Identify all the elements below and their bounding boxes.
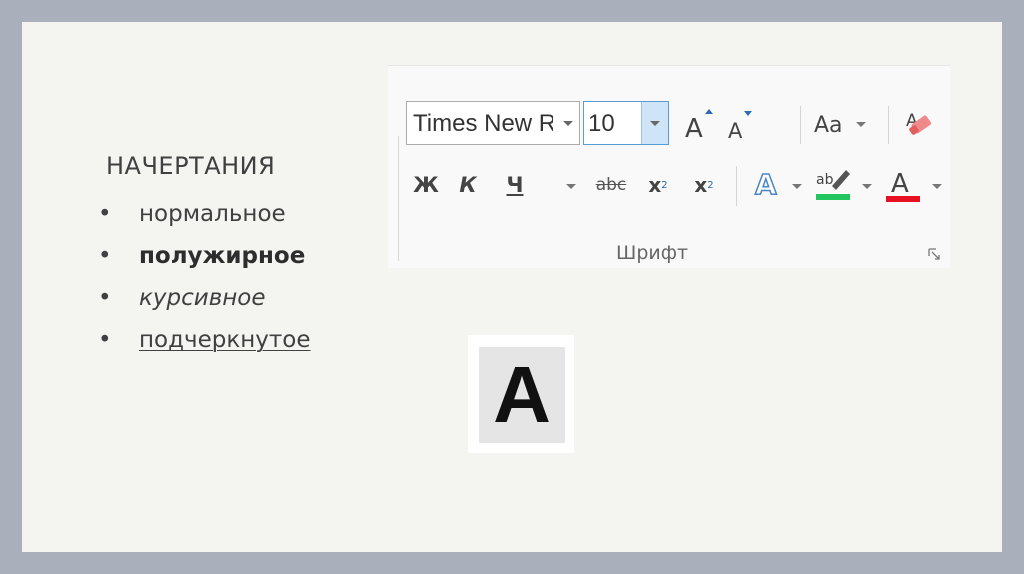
clear-formatting-button[interactable]: A bbox=[900, 104, 940, 144]
superscript-button[interactable]: x2 bbox=[686, 166, 722, 204]
font-name-value[interactable]: Times New R bbox=[413, 110, 553, 138]
highlight-button[interactable]: ab bbox=[812, 162, 856, 206]
bullet: • bbox=[98, 327, 112, 353]
grow-font-letter: A bbox=[685, 114, 703, 143]
text-effects-letter: A bbox=[755, 168, 777, 201]
shrink-font-button[interactable]: A bbox=[722, 106, 760, 144]
bullet: • bbox=[98, 243, 112, 269]
slide-heading: НАЧЕРТАНИЯ bbox=[106, 152, 276, 180]
highlight-label: ab bbox=[816, 172, 834, 188]
italic-button[interactable]: К bbox=[454, 166, 482, 204]
grow-font-icon: A bbox=[685, 109, 713, 143]
font-size-value[interactable]: 10 bbox=[588, 110, 615, 138]
shrink-font-icon: A bbox=[728, 111, 752, 143]
superscript-mark: 2 bbox=[707, 179, 714, 191]
font-name-combo[interactable]: Times New R bbox=[406, 101, 580, 145]
change-case-icon: Aa bbox=[814, 113, 866, 138]
list-item: • нормальное bbox=[96, 196, 311, 238]
subscript-button[interactable]: x2 bbox=[640, 166, 676, 204]
subscript-base: x bbox=[648, 173, 662, 197]
item-bold: полужирное bbox=[139, 243, 306, 269]
big-letter: A bbox=[493, 350, 551, 439]
font-color-letter: A bbox=[891, 169, 909, 199]
list-item: • полужирное bbox=[96, 238, 311, 280]
underline-dropdown[interactable] bbox=[566, 184, 576, 189]
strikethrough-button[interactable]: abc bbox=[590, 166, 632, 204]
chevron-down-icon bbox=[650, 120, 660, 126]
eraser-icon: A bbox=[906, 111, 932, 135]
separator bbox=[736, 166, 737, 206]
text-effects-icon: A bbox=[754, 167, 778, 202]
group-label: Шрифт bbox=[616, 242, 689, 264]
item-normal: нормальное bbox=[139, 201, 286, 227]
bullet: • bbox=[98, 201, 112, 227]
dialog-launcher-icon[interactable] bbox=[928, 248, 940, 260]
letter-sample-inner: A bbox=[479, 347, 565, 443]
grow-font-button[interactable]: A bbox=[680, 104, 720, 144]
item-italic: курсивное bbox=[139, 285, 266, 311]
text-effects-button[interactable]: A bbox=[748, 164, 788, 204]
item-underline: подчеркнутое bbox=[139, 327, 311, 353]
underline-button[interactable]: Ч bbox=[498, 166, 532, 204]
font-size-dropdown[interactable] bbox=[641, 102, 668, 144]
change-case-button[interactable]: Aa bbox=[812, 104, 872, 144]
subscript-mark: 2 bbox=[661, 179, 668, 191]
font-color-button[interactable]: A bbox=[882, 162, 926, 206]
ribbon-font-group: Times New R 10 A A Aa A Ж К Ч abc x 2 x … bbox=[388, 65, 950, 268]
letter-sample: A bbox=[468, 335, 574, 453]
list-item: • подчеркнутое bbox=[96, 322, 311, 364]
highlight-dropdown[interactable] bbox=[862, 184, 872, 189]
font-name-dropdown[interactable] bbox=[557, 102, 579, 144]
shrink-font-letter: A bbox=[728, 119, 743, 143]
separator bbox=[888, 106, 889, 144]
superscript-base: x bbox=[694, 173, 708, 197]
font-color-dropdown[interactable] bbox=[932, 184, 942, 189]
bold-button[interactable]: Ж bbox=[410, 166, 442, 204]
chevron-down-icon bbox=[563, 120, 573, 126]
style-list: • нормальное • полужирное • курсивное • … bbox=[96, 196, 311, 364]
font-size-combo[interactable]: 10 bbox=[583, 101, 669, 145]
change-case-label: Aa bbox=[814, 113, 843, 138]
slide: НАЧЕРТАНИЯ • нормальное • полужирное • к… bbox=[22, 22, 1002, 552]
list-item: • курсивное bbox=[96, 280, 311, 322]
bullet: • bbox=[98, 285, 112, 311]
font-color-icon: A bbox=[886, 169, 920, 202]
text-effects-dropdown[interactable] bbox=[792, 184, 802, 189]
highlighter-icon: ab bbox=[816, 170, 850, 200]
separator bbox=[800, 106, 801, 144]
ribbon-edge bbox=[398, 136, 399, 261]
